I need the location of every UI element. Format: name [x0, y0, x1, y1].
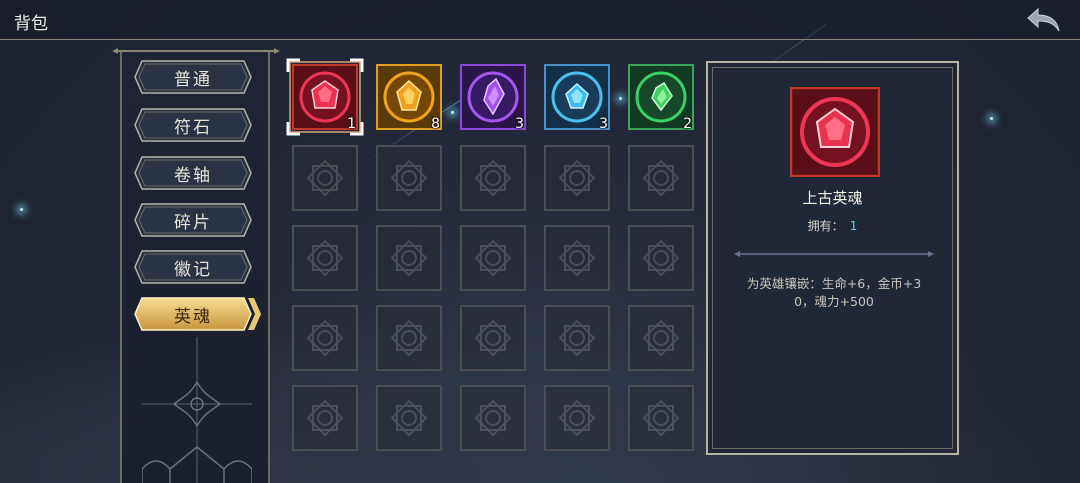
slot-emblem-icon	[642, 319, 680, 357]
empty-inventory-slot[interactable]	[292, 385, 358, 451]
slot-emblem-icon	[306, 399, 344, 437]
tab-panel-top-ornament	[112, 48, 280, 54]
star-sparkle	[20, 208, 23, 211]
tab-label: 徽记	[174, 259, 212, 280]
slot-emblem-icon	[558, 399, 596, 437]
slot-emblem-icon	[306, 319, 344, 357]
tab-hero-soul[interactable]: 英魂	[134, 297, 261, 331]
empty-inventory-slot[interactable]	[376, 305, 442, 371]
empty-inventory-slot[interactable]	[544, 225, 610, 291]
item-count: 3	[515, 116, 524, 132]
slot-emblem-icon	[558, 319, 596, 357]
slot-emblem-icon	[306, 159, 344, 197]
slot-emblem-icon	[474, 399, 512, 437]
empty-inventory-slot[interactable]	[376, 225, 442, 291]
empty-inventory-slot[interactable]	[544, 305, 610, 371]
empty-inventory-slot[interactable]	[544, 385, 610, 451]
owned-value: 1	[849, 219, 858, 233]
tab-label: 普通	[174, 69, 212, 90]
empty-inventory-slot[interactable]	[376, 385, 442, 451]
item-count: 3	[599, 116, 608, 132]
detail-divider	[734, 251, 934, 257]
empty-inventory-slot[interactable]	[292, 305, 358, 371]
slot-emblem-icon	[390, 319, 428, 357]
empty-inventory-slot[interactable]	[544, 145, 610, 211]
tab-label: 卷轴	[174, 165, 212, 186]
empty-inventory-slot[interactable]	[628, 385, 694, 451]
star-sparkle	[619, 97, 622, 100]
slot-emblem-icon	[306, 239, 344, 277]
tab-normal[interactable]: 普通	[134, 60, 252, 94]
slot-emblem-icon	[390, 399, 428, 437]
back-arrow-icon	[1027, 7, 1060, 32]
red-gem-icon	[790, 87, 880, 177]
category-tab-panel: 普通 符石 卷轴 碎片 徽记 英魂	[112, 48, 280, 483]
decorative-ornament	[142, 337, 252, 483]
slot-emblem-icon	[474, 319, 512, 357]
tab-fragment[interactable]: 碎片	[134, 203, 252, 237]
tab-emblem[interactable]: 徽记	[134, 250, 252, 284]
slot-emblem-icon	[390, 159, 428, 197]
inventory-item-blue-gem[interactable]: 3	[542, 62, 612, 132]
tab-label: 英魂	[174, 306, 212, 327]
tab-label: 符石	[174, 117, 212, 138]
inventory-item-green-gem[interactable]: 2	[626, 62, 696, 132]
slot-emblem-icon	[558, 159, 596, 197]
empty-inventory-slot[interactable]	[376, 145, 442, 211]
inventory-item-orange-gem[interactable]: 8	[374, 62, 444, 132]
item-count: 8	[431, 116, 440, 132]
page-title: 背包	[14, 14, 48, 34]
tab-scroll[interactable]: 卷轴	[134, 156, 252, 190]
item-name: 上古英魂	[802, 189, 863, 207]
slot-emblem-icon	[642, 399, 680, 437]
owned-label: 拥有：	[807, 219, 844, 233]
empty-inventory-slot[interactable]	[628, 305, 694, 371]
empty-inventory-slot[interactable]	[460, 145, 526, 211]
star-sparkle	[990, 117, 993, 120]
item-description: 为英雄镶嵌：生命+6，金币+30，魂力+500	[746, 276, 922, 309]
inventory-item-red-gem[interactable]: 1	[290, 62, 360, 132]
empty-inventory-slot[interactable]	[628, 145, 694, 211]
top-bar: 背包	[0, 0, 1080, 40]
slot-emblem-icon	[474, 159, 512, 197]
star-sparkle	[451, 111, 454, 114]
item-count: 2	[683, 116, 692, 132]
back-button[interactable]	[1024, 5, 1064, 35]
slot-emblem-icon	[390, 239, 428, 277]
empty-inventory-slot[interactable]	[460, 225, 526, 291]
tab-runestone[interactable]: 符石	[134, 108, 252, 142]
empty-inventory-slot[interactable]	[628, 225, 694, 291]
empty-inventory-slot[interactable]	[460, 305, 526, 371]
slot-emblem-icon	[474, 239, 512, 277]
tab-label: 碎片	[174, 212, 212, 233]
empty-inventory-slot[interactable]	[460, 385, 526, 451]
slot-emblem-icon	[642, 239, 680, 277]
slot-emblem-icon	[558, 239, 596, 277]
owned-count-row: 拥有： 1	[708, 217, 957, 234]
empty-inventory-slot[interactable]	[292, 225, 358, 291]
item-detail-panel: 上古英魂 拥有： 1 为英雄镶嵌：生命+6，金币+30，魂力+500	[706, 61, 959, 455]
item-count: 1	[347, 116, 356, 132]
slot-emblem-icon	[642, 159, 680, 197]
inventory-item-purple-gem[interactable]: 3	[458, 62, 528, 132]
empty-inventory-slot[interactable]	[292, 145, 358, 211]
